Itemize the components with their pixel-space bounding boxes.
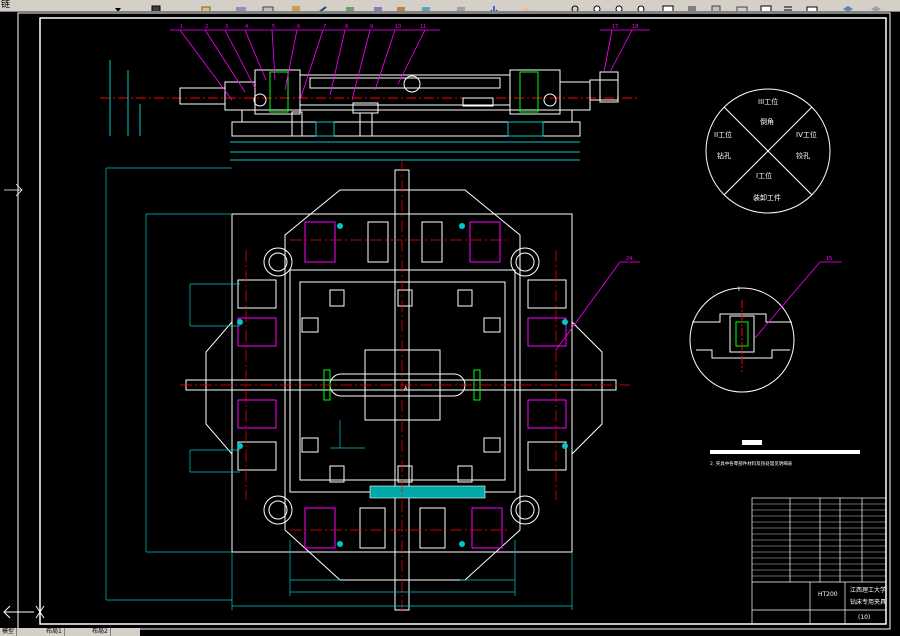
svg-text:I工位: I工位 — [756, 171, 772, 180]
down-arrow-icon[interactable] — [488, 0, 500, 11]
match-icon[interactable] — [235, 0, 247, 11]
leader-lines — [170, 29, 650, 101]
svg-text:装卸工件: 装卸工件 — [753, 193, 781, 202]
drawing-canvas[interactable]: 1 2 3 4 5 6 7 8 9 10 11 17 18 A 24 III工位… — [0, 12, 900, 636]
zoom-window-icon[interactable] — [344, 0, 356, 11]
title-name: 钻床专用夹具 — [850, 598, 886, 606]
inner-frame — [39, 17, 887, 625]
svg-text:铰孔: 铰孔 — [796, 151, 810, 160]
leader-15-line — [754, 261, 821, 339]
properties-icon[interactable] — [150, 0, 162, 11]
tech-line-1 — [710, 450, 860, 454]
zoom-out-icon[interactable] — [614, 0, 626, 11]
svg-text:6: 6 — [297, 24, 300, 30]
svg-text:IV工位: IV工位 — [796, 130, 817, 139]
properties-palette-icon[interactable] — [395, 0, 407, 11]
zoom-realtime-icon[interactable] — [316, 0, 328, 11]
layer-previous-icon[interactable] — [870, 0, 882, 11]
leader-24-label: 24 — [626, 256, 632, 262]
ucs-icon — [3, 605, 45, 619]
part-number-labels: 1 2 3 4 5 6 7 8 9 10 11 17 18 — [180, 24, 638, 30]
svg-text:II工位: II工位 — [714, 130, 732, 139]
layers-stack-icon[interactable] — [842, 0, 854, 11]
svg-text:18: 18 — [632, 24, 638, 30]
tab-layout-2[interactable]: 布局2 — [90, 628, 111, 636]
tool-palette-icon[interactable] — [455, 0, 467, 11]
zoom-previous-icon[interactable] — [372, 0, 384, 11]
cad-toolbar: 链 — [0, 0, 900, 12]
detail-view-label: I — [738, 286, 740, 293]
table-icon[interactable] — [760, 0, 772, 11]
side-view — [100, 60, 640, 161]
zoom-in-icon[interactable] — [592, 0, 604, 11]
zoom-extents-icon[interactable] — [636, 0, 648, 11]
tech-title-block — [742, 440, 762, 445]
svg-text:4: 4 — [245, 24, 248, 30]
toolbar-label: 链 — [1, 0, 11, 10]
svg-text:5: 5 — [272, 24, 275, 30]
leader-15-label: 15 — [826, 256, 832, 262]
svg-text:3: 3 — [225, 24, 228, 30]
tab-layout-1[interactable]: 布局1 — [44, 628, 65, 636]
svg-text:8: 8 — [345, 24, 348, 30]
title-school: 江西理工大学 — [850, 586, 886, 594]
hand-pan-icon[interactable] — [520, 0, 532, 11]
title-block-rows — [752, 503, 886, 577]
detail-view — [689, 287, 795, 393]
svg-text:1: 1 — [180, 24, 183, 30]
tab-model[interactable]: 模型 — [0, 628, 18, 636]
layout-tabs: 模型 布局1 布局2 — [0, 628, 140, 636]
design-center-icon[interactable] — [420, 0, 432, 11]
svg-text:10: 10 — [395, 24, 401, 30]
dropdown-arrow-icon[interactable] — [112, 0, 124, 11]
zoom-icon[interactable] — [570, 0, 582, 11]
tech-note: 2. 夹具中各零部件材料及热处理见明细表 — [710, 460, 793, 467]
crosshair-cursor — [4, 183, 23, 197]
text-style-icon[interactable] — [662, 0, 674, 11]
calculator-icon[interactable] — [686, 0, 698, 11]
redraw-icon[interactable] — [262, 0, 274, 11]
svg-text:7: 7 — [323, 24, 326, 30]
title-sheet: (10) — [858, 614, 870, 621]
svg-text:III工位: III工位 — [758, 97, 778, 106]
title-code: HT200 — [818, 591, 838, 598]
gear-rack — [369, 485, 486, 499]
plan-view — [185, 169, 617, 611]
svg-text:倒角: 倒角 — [760, 117, 774, 126]
svg-text:17: 17 — [612, 24, 618, 30]
svg-text:11: 11 — [420, 24, 426, 30]
layer-icon[interactable] — [200, 0, 212, 11]
pan-icon[interactable] — [290, 0, 302, 11]
svg-text:2: 2 — [205, 24, 208, 30]
grid-icon[interactable] — [782, 0, 794, 11]
layer-state-icon[interactable] — [806, 0, 818, 11]
section-a-label: A — [404, 386, 408, 392]
svg-text:钻孔: 钻孔 — [717, 151, 731, 160]
markup-icon[interactable] — [736, 0, 748, 11]
sheet-set-icon[interactable] — [710, 0, 722, 11]
svg-text:9: 9 — [370, 24, 373, 30]
